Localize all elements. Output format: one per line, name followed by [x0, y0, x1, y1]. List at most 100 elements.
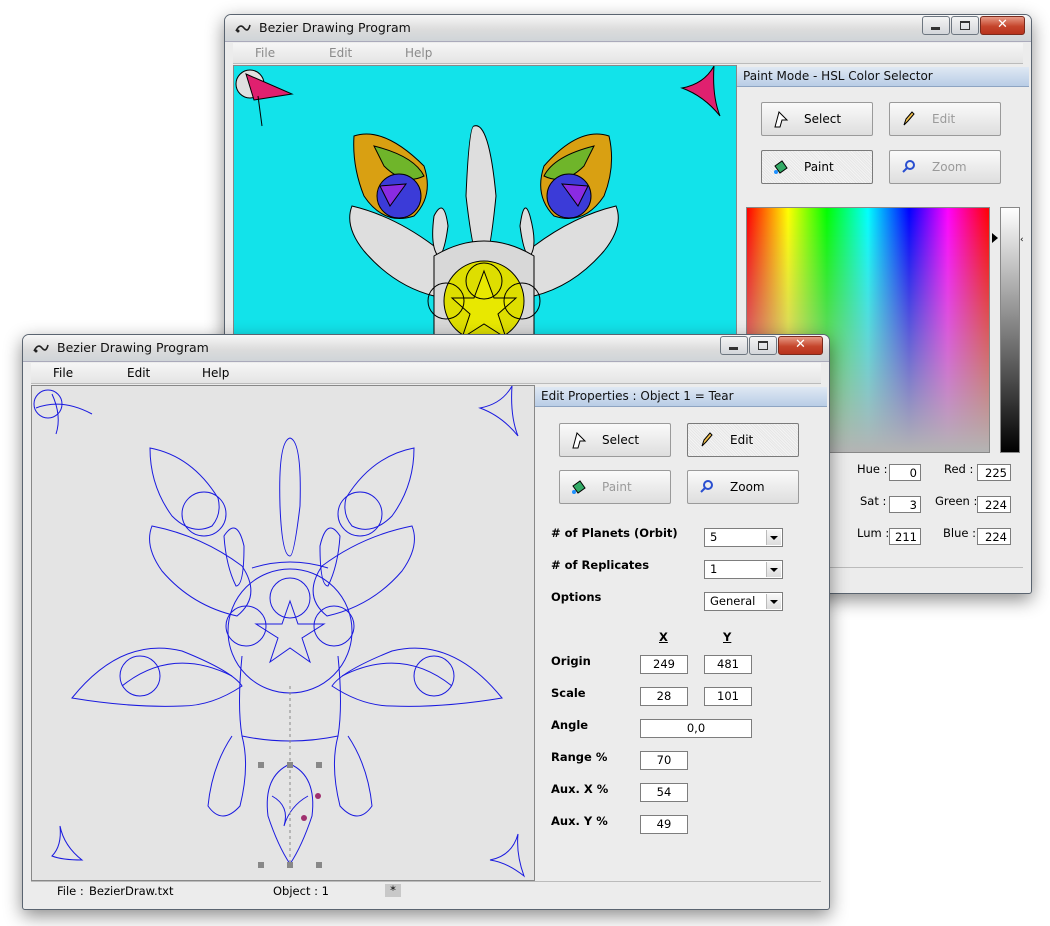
back-zoom-label: Zoom [932, 160, 967, 174]
luminance-slider[interactable] [1000, 207, 1020, 453]
back-close-button[interactable]: ✕ [980, 16, 1025, 35]
close-icon: ✕ [795, 337, 806, 352]
options-label: Options [551, 590, 602, 604]
planets-value: 5 [710, 530, 718, 544]
sat-label: Sat : [860, 494, 887, 508]
select-arrow-icon [774, 111, 789, 128]
front-paint-button[interactable]: Paint [559, 470, 671, 504]
status-object: Object : 1 [273, 884, 329, 898]
origin-x-field[interactable]: 249 [640, 655, 688, 674]
back-paint-button[interactable]: Paint [761, 150, 873, 184]
options-value: General [710, 594, 756, 608]
status-modified-marker: * [385, 884, 401, 897]
dropdown-arrow-icon [766, 594, 781, 609]
front-zoom-label: Zoom [730, 480, 765, 494]
aux-x-field[interactable]: 54 [640, 783, 688, 802]
origin-label: Origin [551, 654, 591, 668]
lum-label: Lum : [857, 526, 890, 540]
back-menu-edit[interactable]: Edit [329, 46, 352, 60]
front-edit-label: Edit [730, 433, 754, 447]
back-panel-title: Paint Mode - HSL Color Selector [737, 67, 1029, 87]
front-minimize-button[interactable] [720, 336, 748, 355]
back-select-button[interactable]: Select [761, 102, 873, 136]
select-arrow-icon [572, 432, 587, 449]
lum-field[interactable]: 211 [889, 528, 921, 545]
front-select-button[interactable]: Select [559, 423, 671, 457]
paint-bucket-icon [774, 160, 788, 174]
blue-label: Blue : [943, 526, 976, 540]
aux-y-label: Aux. Y % [551, 814, 608, 828]
aux-x-label: Aux. X % [551, 782, 609, 796]
dropdown-arrow-icon [766, 562, 781, 577]
blue-field[interactable]: 224 [977, 528, 1011, 545]
range-label: Range % [551, 750, 608, 764]
front-panel-title: Edit Properties : Object 1 = Tear [535, 387, 827, 407]
front-close-button[interactable]: ✕ [778, 336, 823, 355]
front-edit-button[interactable]: Edit [687, 423, 799, 457]
back-titlebar[interactable]: Bezier Drawing Program ✕ [225, 15, 1031, 42]
back-paint-label: Paint [804, 160, 834, 174]
origin-y-field[interactable]: 481 [704, 655, 752, 674]
magnifier-icon [902, 160, 915, 173]
status-file-label: File : [57, 884, 84, 898]
replicates-label: # of Replicates [551, 558, 650, 572]
scale-label: Scale [551, 686, 586, 700]
front-statusbar: File : BezierDraw.txt Object : 1 * [31, 881, 821, 900]
close-icon: ✕ [997, 17, 1008, 32]
aux-y-field[interactable]: 49 [640, 815, 688, 834]
front-menu-edit[interactable]: Edit [127, 366, 150, 380]
green-label: Green : [935, 494, 978, 508]
angle-label: Angle [551, 718, 589, 732]
status-file-name: BezierDraw.txt [89, 884, 174, 898]
scale-x-field[interactable]: 28 [640, 687, 688, 706]
front-window: Bezier Drawing Program ✕ File Edit Help [22, 334, 830, 910]
bezier-app-icon [235, 24, 251, 33]
front-drawing [33, 385, 526, 878]
angle-field[interactable]: 0,0 [640, 719, 752, 738]
options-select[interactable]: General [704, 592, 783, 611]
back-window-title: Bezier Drawing Program [259, 20, 411, 35]
front-drawing-canvas[interactable] [31, 385, 535, 881]
back-zoom-button[interactable]: Zoom [889, 150, 1001, 184]
front-select-label: Select [602, 433, 640, 447]
bezier-app-icon [33, 344, 49, 353]
dropdown-arrow-icon [766, 530, 781, 545]
front-zoom-button[interactable]: Zoom [687, 470, 799, 504]
back-select-label: Select [804, 112, 842, 126]
luminance-pointer-icon [992, 233, 998, 243]
replicates-select[interactable]: 1 [704, 560, 783, 579]
back-drawing [235, 65, 721, 367]
front-menu-help[interactable]: Help [202, 366, 229, 380]
pencil-icon [903, 111, 915, 126]
minimize-icon [729, 347, 738, 350]
pencil-icon [701, 432, 713, 447]
green-field[interactable]: 224 [977, 496, 1011, 513]
paint-bucket-icon [572, 480, 586, 494]
x-column-header: X [659, 630, 668, 644]
front-menu-file[interactable]: File [53, 366, 73, 380]
front-menubar: File Edit Help [31, 363, 821, 384]
red-label: Red : [944, 462, 974, 476]
back-minimize-button[interactable] [922, 16, 950, 35]
luminance-pointer-right-icon: ‹ [1020, 235, 1024, 245]
scale-y-field[interactable]: 101 [704, 687, 752, 706]
maximize-icon [758, 341, 768, 350]
replicates-value: 1 [710, 562, 718, 576]
y-column-header: Y [723, 630, 732, 644]
magnifier-icon [700, 480, 713, 493]
hue-field[interactable]: 0 [889, 464, 921, 481]
front-window-title: Bezier Drawing Program [57, 340, 209, 355]
back-maximize-button[interactable] [951, 16, 979, 35]
front-titlebar[interactable]: Bezier Drawing Program ✕ [23, 335, 829, 362]
range-field[interactable]: 70 [640, 751, 688, 770]
sat-field[interactable]: 3 [889, 496, 921, 513]
red-field[interactable]: 225 [977, 464, 1011, 481]
maximize-icon [960, 21, 970, 30]
back-drawing-canvas[interactable] [233, 65, 737, 367]
back-edit-button[interactable]: Edit [889, 102, 1001, 136]
front-maximize-button[interactable] [749, 336, 777, 355]
planets-select[interactable]: 5 [704, 528, 783, 547]
hue-label: Hue : [857, 462, 888, 476]
back-menu-file[interactable]: File [255, 46, 275, 60]
back-menu-help[interactable]: Help [405, 46, 432, 60]
